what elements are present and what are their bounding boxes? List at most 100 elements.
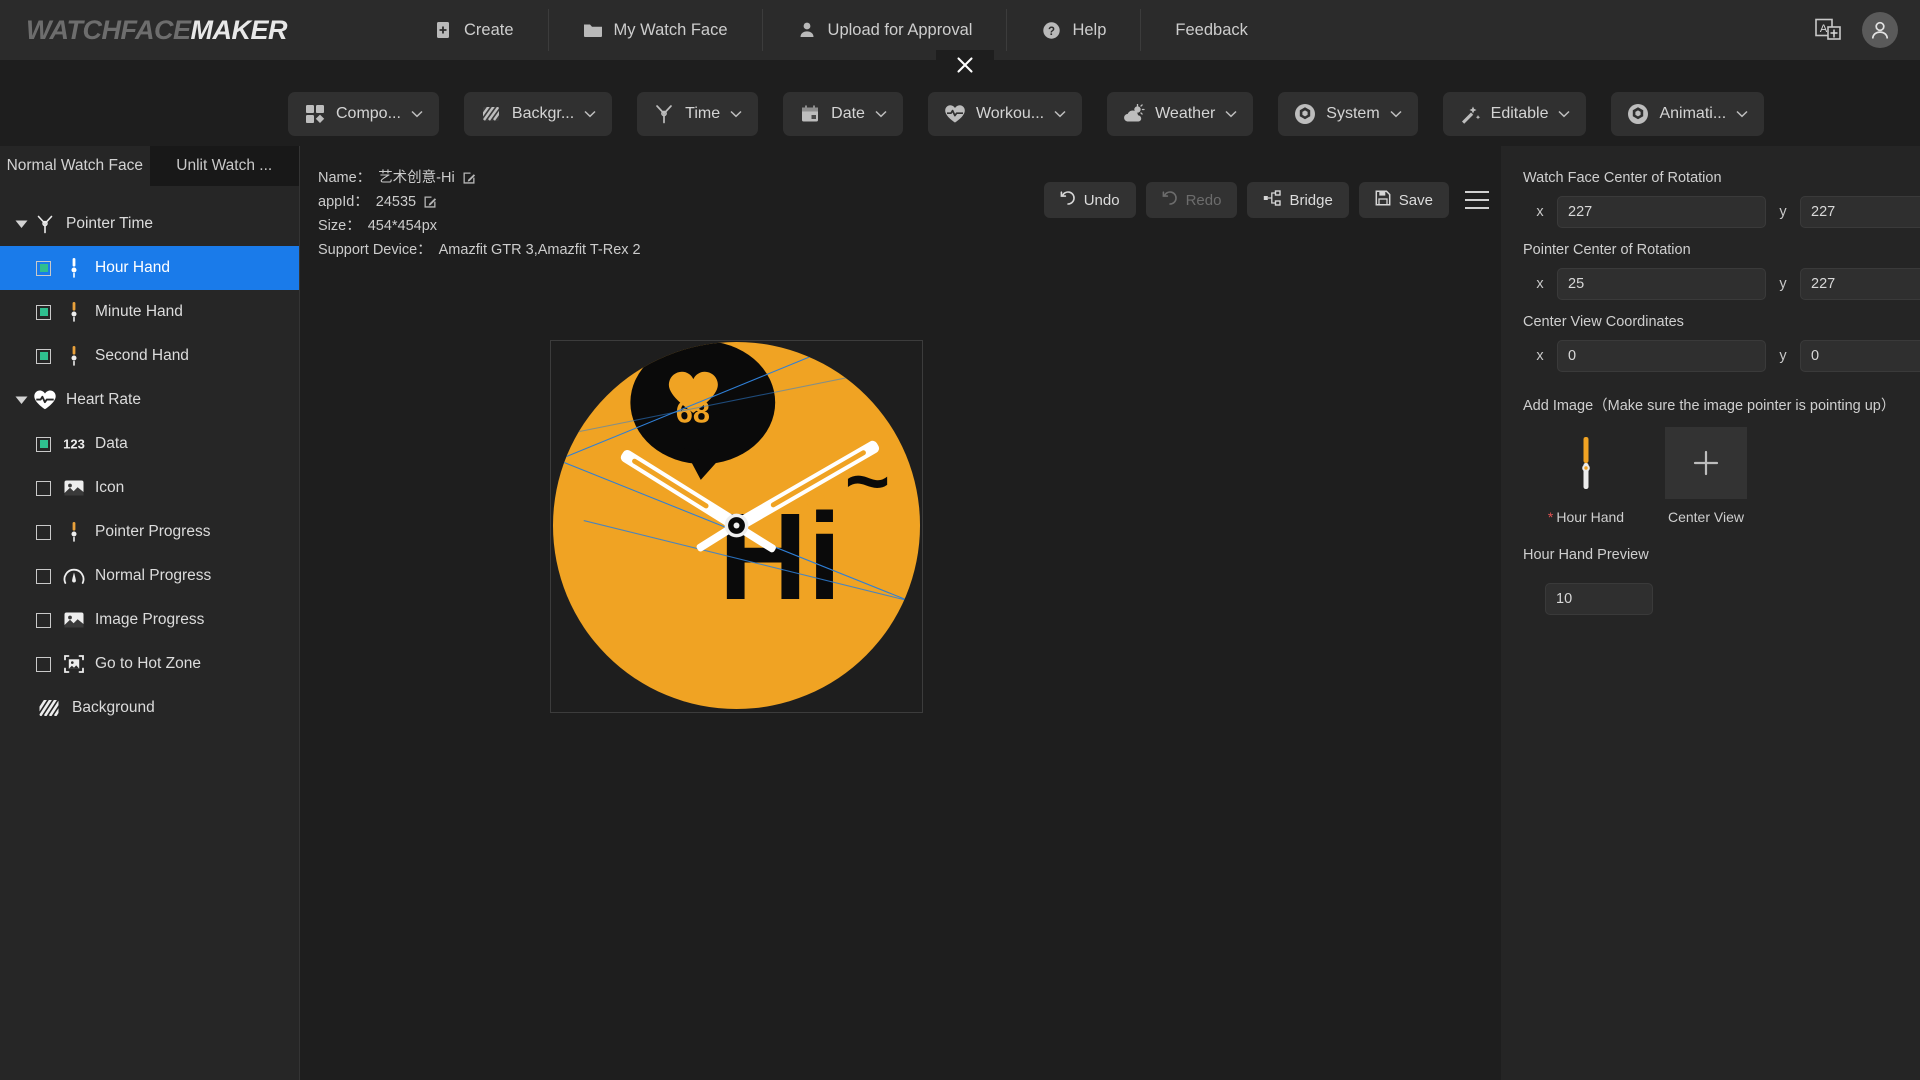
tab-unlit-watch-face-label: Unlit Watch ... xyxy=(176,157,273,174)
tree-item-icon[interactable]: Icon xyxy=(0,466,299,510)
hand-pointer-icon xyxy=(61,300,87,324)
hour-hand-preview-label: Hour Hand Preview xyxy=(1523,547,1649,563)
minute-hand-visibility-checkbox[interactable] xyxy=(36,304,51,320)
toolbar-system-label: System xyxy=(1326,105,1380,122)
watchface-render[interactable]: 68 Hi ~ xyxy=(552,341,922,711)
edit-pencil-icon[interactable] xyxy=(423,195,437,209)
tree-item-image-progress[interactable]: Image Progress xyxy=(0,598,299,642)
nav-my-watch-face[interactable]: My Watch Face xyxy=(549,9,763,51)
tree-item-second-hand[interactable]: Second Hand xyxy=(0,334,299,378)
logo-part-two: MAKER xyxy=(190,14,288,45)
toolbar-weather-button[interactable]: Weather xyxy=(1107,92,1254,136)
tree-item-hour-hand-label: Hour Hand xyxy=(95,259,170,276)
meta-size-row: Size： 454*454px xyxy=(318,214,641,238)
canvas-area: Name： 艺术创意-Hi appId： 24535 Size： 454*454… xyxy=(300,146,1501,1080)
toolbar-animation-label: Animati... xyxy=(1659,105,1727,122)
undo-label: Undo xyxy=(1083,191,1120,209)
toolbar-components-label: Compo... xyxy=(336,105,401,122)
hot-zone-visibility-checkbox[interactable] xyxy=(36,656,51,672)
toolbar-animation-button[interactable]: Animati... xyxy=(1611,92,1765,136)
watchface-center-y-input[interactable] xyxy=(1800,196,1920,228)
icon-visibility-checkbox[interactable] xyxy=(36,480,51,496)
tab-unlit-watch-face[interactable]: Unlit Watch ... xyxy=(149,146,299,186)
tree-item-minute-hand[interactable]: Minute Hand xyxy=(0,290,299,334)
redo-icon xyxy=(1162,190,1178,210)
pointer-progress-visibility-checkbox[interactable] xyxy=(36,524,51,540)
edit-pencil-icon[interactable] xyxy=(462,171,476,185)
nav-help[interactable]: ? Help xyxy=(1007,9,1142,51)
tree-item-normal-progress[interactable]: Normal Progress xyxy=(0,554,299,598)
undo-button[interactable]: Undo xyxy=(1043,182,1136,218)
chevron-down-icon xyxy=(1225,105,1237,123)
nav-my-watch-face-label: My Watch Face xyxy=(613,20,728,39)
svg-text:?: ? xyxy=(1048,26,1055,38)
hand-pointer-icon xyxy=(61,520,87,544)
hand-pointer-icon xyxy=(61,256,87,280)
tab-normal-watch-face[interactable]: Normal Watch Face xyxy=(0,146,150,186)
user-avatar-icon[interactable] xyxy=(1862,12,1898,48)
add-image-label: Add Image（Make sure the image pointer is… xyxy=(1523,398,1896,414)
toolbar-background-button[interactable]: Backgr... xyxy=(463,92,613,136)
center-view-add-box[interactable] xyxy=(1665,427,1747,499)
tree-item-data[interactable]: 123 Data xyxy=(0,422,299,466)
chevron-down-icon[interactable] xyxy=(10,396,32,405)
toolbar-editable-label: Editable xyxy=(1490,105,1549,122)
close-panel-button[interactable] xyxy=(936,50,994,84)
app-root: WATCHFACEMAKER Create My Watch Face Uplo… xyxy=(0,0,1920,1080)
pointer-time-icon xyxy=(32,213,58,235)
center-view-x-axis-label: x xyxy=(1536,348,1544,364)
hotzone-icon xyxy=(61,653,87,675)
hamburger-menu-icon[interactable] xyxy=(1465,191,1489,209)
tree-group-heart-rate[interactable]: Heart Rate xyxy=(0,378,299,422)
heartbeat-icon xyxy=(32,389,58,411)
nav-create[interactable]: Create xyxy=(399,9,549,51)
nav-upload-label: Upload for Approval xyxy=(827,20,973,39)
nav-upload-for-approval[interactable]: Upload for Approval xyxy=(763,9,1008,51)
hour-hand-thumbnail[interactable]: * Hour Hand xyxy=(1545,427,1627,525)
toolbar-workout-button[interactable]: Workou... xyxy=(927,92,1083,136)
save-button[interactable]: Save xyxy=(1358,182,1449,218)
toolbar-date-button[interactable]: Date xyxy=(783,92,903,136)
chevron-down-icon[interactable] xyxy=(10,220,32,229)
watchface-canvas[interactable]: 68 Hi ~ xyxy=(550,340,923,713)
hour-hand-thumbnail-box[interactable] xyxy=(1545,427,1627,499)
watchface-center-x-input[interactable] xyxy=(1557,196,1766,228)
center-view-x-input[interactable] xyxy=(1557,340,1766,372)
language-switch-icon[interactable]: A xyxy=(1815,18,1842,43)
pointer-center-y-input[interactable] xyxy=(1800,268,1920,300)
tree-item-normal-progress-label: Normal Progress xyxy=(95,567,212,584)
app-logo: WATCHFACEMAKER xyxy=(26,15,287,46)
hour-hand-visibility-checkbox[interactable] xyxy=(36,260,51,276)
pointer-center-x-field: x xyxy=(1523,268,1766,300)
second-hand-visibility-checkbox[interactable] xyxy=(36,348,51,364)
meta-appid-row: appId： 24535 xyxy=(318,190,641,214)
tree-group-pointer-time[interactable]: Pointer Time xyxy=(0,202,299,246)
toolbar-time-button[interactable]: Time xyxy=(637,92,759,136)
chevron-down-icon xyxy=(411,105,423,123)
left-layer-panel: Normal Watch Face Unlit Watch ... Pointe… xyxy=(0,146,300,1080)
tree-item-go-to-hot-zone[interactable]: Go to Hot Zone xyxy=(0,642,299,686)
tree-item-background[interactable]: Background xyxy=(0,686,299,730)
hour-hand-preview-input[interactable] xyxy=(1545,583,1653,615)
normal-progress-visibility-checkbox[interactable] xyxy=(36,568,51,584)
pointer-center-x-input[interactable] xyxy=(1557,268,1766,300)
redo-button[interactable]: Redo xyxy=(1145,182,1238,218)
center-view-thumbnail[interactable]: Center View xyxy=(1665,427,1747,525)
toolbar-components-button[interactable]: Compo... xyxy=(288,92,439,136)
tree-item-second-hand-label: Second Hand xyxy=(95,347,189,364)
tree-item-hour-hand[interactable]: Hour Hand xyxy=(0,246,299,290)
toolbar-system-button[interactable]: System xyxy=(1278,92,1418,136)
pointer-center-row: x y xyxy=(1523,268,1920,300)
nav-feedback[interactable]: Feedback xyxy=(1141,9,1281,51)
tree-item-icon-label: Icon xyxy=(95,479,125,496)
data-visibility-checkbox[interactable] xyxy=(36,436,51,452)
center-view-y-input[interactable] xyxy=(1800,340,1920,372)
pointer-center-y-field: y xyxy=(1766,268,1920,300)
meta-size-label: Size： xyxy=(318,218,361,234)
meta-device-row: Support Device： Amazfit GTR 3,Amazfit T-… xyxy=(318,238,641,262)
tree-item-pointer-progress[interactable]: Pointer Progress xyxy=(0,510,299,554)
properties-panel: Watch Face Center of Rotation x y Pointe… xyxy=(1501,146,1920,1080)
toolbar-editable-button[interactable]: Editable xyxy=(1442,92,1587,136)
bridge-button[interactable]: Bridge xyxy=(1247,182,1349,218)
image-progress-visibility-checkbox[interactable] xyxy=(36,612,51,628)
